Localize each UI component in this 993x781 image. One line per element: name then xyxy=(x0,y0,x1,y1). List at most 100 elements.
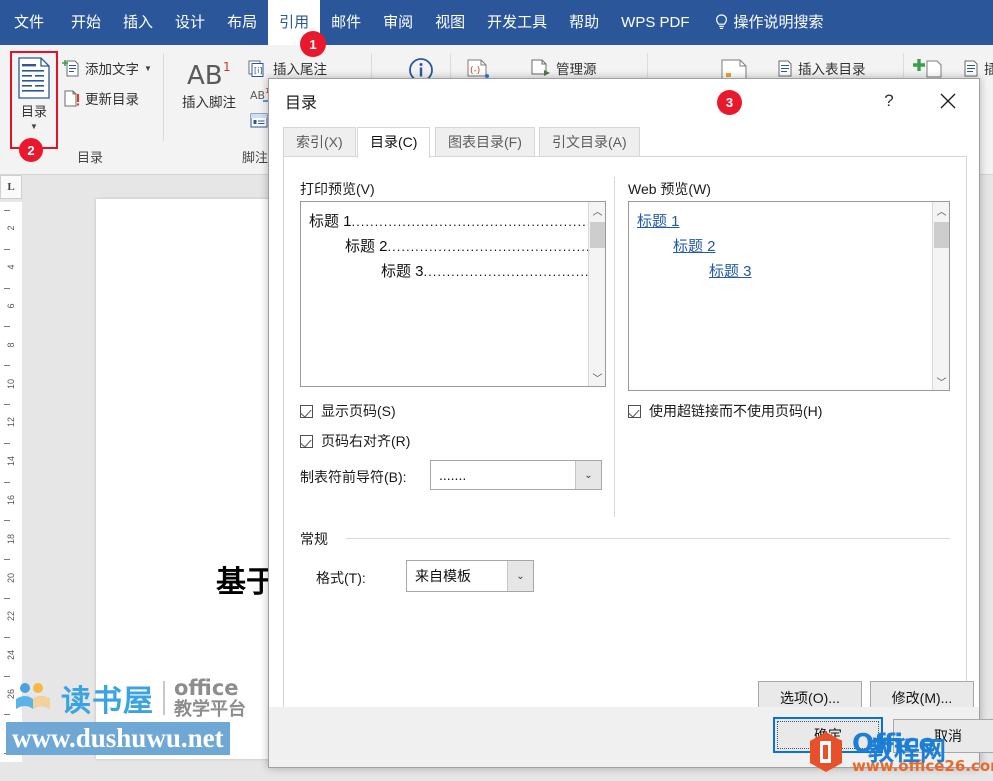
insert-footnote-label: 插入脚注 xyxy=(182,91,236,111)
svg-text:1: 1 xyxy=(223,60,231,74)
scrollbar-thumb[interactable] xyxy=(590,222,605,248)
chevron-down-icon[interactable]: ⌄ xyxy=(575,461,601,489)
table-of-contents-label: 目录 xyxy=(21,101,47,120)
table-of-figures-icon xyxy=(777,59,793,78)
ribbon-tab-file[interactable]: 文件 xyxy=(0,0,60,45)
help-icon[interactable]: ? xyxy=(875,87,903,115)
update-toc-button[interactable]: 更新目录 xyxy=(62,88,139,108)
show-page-numbers-label: 显示页码(S) xyxy=(321,401,396,421)
insert-index-button[interactable]: 插 xyxy=(963,58,993,78)
checkbox-box xyxy=(628,405,641,418)
ruler-mark: 24 xyxy=(6,644,16,666)
format-select[interactable]: 来自模板 ⌄ xyxy=(406,560,534,592)
format-value: 来自模板 xyxy=(407,566,507,586)
scroll-up-icon[interactable]: ︿ xyxy=(933,202,950,219)
general-section-label: 常规 xyxy=(300,529,328,549)
dialog-tab-strip: 索引(X) 目录(C) 图表目录(F) 引文目录(A) xyxy=(283,127,967,157)
ribbon-tab-review[interactable]: 审阅 xyxy=(372,0,424,45)
ruler-mark: 10 xyxy=(6,373,16,395)
ribbon-tab-help[interactable]: 帮助 xyxy=(558,0,610,45)
tell-me-icon[interactable] xyxy=(701,0,728,45)
insert-table-of-figures-label: 插入表目录 xyxy=(798,58,866,78)
add-text-icon xyxy=(62,59,80,78)
scrollbar-thumb[interactable] xyxy=(934,222,949,248)
ruler-mark: 2 xyxy=(6,217,16,239)
update-toc-label: 更新目录 xyxy=(85,88,139,108)
add-text-label: 添加文字 xyxy=(85,58,139,78)
web-preview-link-2[interactable]: 标题 2 xyxy=(673,235,716,256)
ruler-tick xyxy=(4,559,10,560)
print-preview-label: 打印预览(V) xyxy=(300,179,375,199)
scroll-down-icon[interactable]: ﹀ xyxy=(589,369,606,386)
insert-endnote-button[interactable]: [i] 插入尾注 xyxy=(248,58,327,78)
leader-dots: ...................................... xyxy=(424,264,588,279)
ribbon-tab-mailings[interactable]: 邮件 xyxy=(320,0,372,45)
panel-divider xyxy=(614,177,615,517)
ruler-tick xyxy=(4,249,10,250)
ruler-mark: 4 xyxy=(6,256,16,278)
tab-table-of-figures[interactable]: 图表目录(F) xyxy=(435,127,535,157)
step-badge-2: 2 xyxy=(19,138,43,162)
tab-index[interactable]: 索引(X) xyxy=(283,127,356,157)
ribbon-tab-wps-pdf[interactable]: WPS PDF xyxy=(610,0,700,45)
dialog-title: 目录 xyxy=(285,89,317,113)
ribbon-tab-home[interactable]: 开始 xyxy=(60,0,112,45)
use-hyperlinks-label: 使用超链接而不使用页码(H) xyxy=(649,401,822,421)
web-preview-box[interactable]: 标题 1 标题 2 标题 3 ︿ ﹀ xyxy=(628,201,950,391)
ruler-mark: 6 xyxy=(6,295,16,317)
leader-dots: ........................................… xyxy=(388,239,588,254)
ruler-mark: 18 xyxy=(6,528,16,550)
ribbon-tab-view[interactable]: 视图 xyxy=(424,0,476,45)
ribbon-tab-insert[interactable]: 插入 xyxy=(112,0,164,45)
ruler-tick xyxy=(4,288,10,289)
ruler-tick xyxy=(4,753,10,754)
tab-table-of-contents[interactable]: 目录(C) xyxy=(357,127,430,158)
add-text-button[interactable]: 添加文字 ▼ xyxy=(62,58,152,78)
print-preview-text-1: 标题 1 xyxy=(309,213,352,230)
use-hyperlinks-checkbox[interactable]: 使用超链接而不使用页码(H) xyxy=(628,401,822,421)
ruler-tick xyxy=(4,482,10,483)
manage-sources-button[interactable]: 管理源 xyxy=(529,58,597,78)
ruler-tick xyxy=(4,404,10,405)
mark-entry-icon xyxy=(913,58,943,80)
vertical-ruler[interactable]: 246810121416182022242628 xyxy=(0,202,22,762)
scroll-up-icon[interactable]: ︿ xyxy=(589,202,606,219)
ruler-tick xyxy=(4,714,10,715)
table-of-contents-button[interactable]: 目录 ▼ xyxy=(10,51,58,149)
ribbon-tab-developer[interactable]: 开发工具 xyxy=(476,0,558,45)
tell-me-label[interactable]: 操作说明搜索 xyxy=(728,0,835,45)
insert-citation-button[interactable]: (-) xyxy=(466,58,490,78)
mark-entry-button[interactable] xyxy=(913,58,943,80)
insert-table-of-figures-button[interactable]: 插入表目录 xyxy=(777,58,866,78)
ribbon-tab-layout[interactable]: 布局 xyxy=(216,0,268,45)
web-preview-scrollbar[interactable]: ︿ ﹀ xyxy=(932,202,949,390)
tab-table-of-authorities[interactable]: 引文目录(A) xyxy=(539,127,640,157)
ruler-tick xyxy=(4,210,10,211)
right-align-page-numbers-checkbox[interactable]: 页码右对齐(R) xyxy=(300,431,410,451)
watermark-jiaochengwang: 教程网 xyxy=(868,731,946,768)
show-page-numbers-checkbox[interactable]: 显示页码(S) xyxy=(300,401,396,421)
print-preview-scrollbar[interactable]: ︿ ﹀ xyxy=(588,202,605,386)
ruler-mark: 20 xyxy=(6,567,16,589)
web-preview-link-3[interactable]: 标题 3 xyxy=(709,260,752,281)
checkbox-box xyxy=(300,405,313,418)
tab-leader-select[interactable]: ....... ⌄ xyxy=(430,460,602,490)
tab-leader-value: ....... xyxy=(431,467,575,483)
ruler-tick xyxy=(4,443,10,444)
tab-stop-selector[interactable]: L xyxy=(0,175,22,199)
scroll-down-icon[interactable]: ﹀ xyxy=(933,373,950,390)
ruler-tick xyxy=(4,676,10,677)
insert-footnote-button[interactable]: AB 1 插入脚注 xyxy=(178,57,240,111)
chevron-down-icon[interactable]: ⌄ xyxy=(507,561,533,591)
print-preview-line-1: 标题 1....................................… xyxy=(309,210,588,231)
insert-endnote-label: 插入尾注 xyxy=(273,58,327,78)
web-preview-label: Web 预览(W) xyxy=(628,179,711,199)
show-notes-button[interactable] xyxy=(250,113,268,129)
svg-text:AB: AB xyxy=(187,61,223,91)
ribbon-tab-design[interactable]: 设计 xyxy=(164,0,216,45)
web-preview-link-1[interactable]: 标题 1 xyxy=(637,210,680,231)
ok-button[interactable]: 确定 xyxy=(773,717,883,753)
close-icon[interactable] xyxy=(931,87,965,115)
toc-dialog: 目录 ? 索引(X) 目录(C) 图表目录(F) 引文目录(A) 打印预览(V)… xyxy=(268,78,980,768)
print-preview-box[interactable]: 标题 1....................................… xyxy=(300,201,606,387)
